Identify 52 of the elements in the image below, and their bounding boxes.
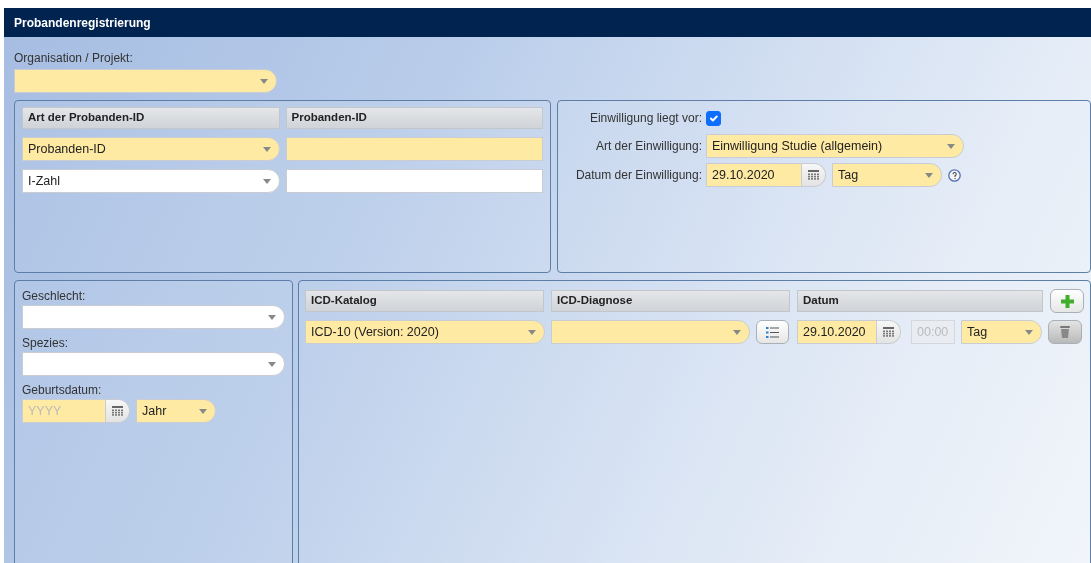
page-title: Probandenregistrierung: [4, 8, 1091, 37]
plus-icon: [1060, 294, 1074, 308]
consent-checkbox[interactable]: [706, 110, 721, 126]
dropdown[interactable]: I-Zahl: [22, 169, 280, 193]
column-header: ICD-Katalog: [305, 290, 544, 312]
date-field[interactable]: 29.10.2020: [797, 320, 877, 344]
field-label: Organisation / Projekt:: [14, 50, 134, 67]
input-field[interactable]: [286, 169, 543, 193]
column-header: ICD-Diagnose: [551, 290, 790, 312]
date-field[interactable]: YYYY: [22, 399, 106, 423]
calendar-button[interactable]: [877, 320, 901, 344]
column-header: Datum: [797, 290, 1043, 312]
dropdown[interactable]: [22, 305, 285, 329]
input-field[interactable]: [286, 137, 543, 161]
dropdown[interactable]: ICD-10 (Version: 2020): [305, 320, 545, 344]
column-header: Art der Probanden-ID: [22, 107, 280, 129]
field-label: Datum der Einwilligung:: [574, 167, 703, 184]
column-header: Probanden-ID: [285, 107, 543, 129]
field-label: Geburtsdatum:: [22, 382, 103, 399]
field-label: Spezies:: [22, 335, 70, 352]
caret-icon: [1025, 329, 1033, 335]
caret-icon: [263, 146, 271, 152]
caret-icon: [199, 408, 207, 414]
caret-icon: [925, 172, 933, 178]
field-label: Geschlecht:: [22, 288, 87, 305]
field-label: Einwilligung liegt vor:: [588, 110, 703, 127]
calendar-icon: [112, 406, 123, 416]
dropdown[interactable]: [22, 352, 285, 376]
dropdown[interactable]: Probanden-ID: [22, 137, 280, 161]
caret-icon: [260, 78, 268, 84]
field-label: Art der Einwilligung:: [594, 138, 703, 155]
dropdown[interactable]: Jahr: [136, 399, 216, 423]
help-icon[interactable]: [948, 168, 961, 182]
caret-icon: [268, 314, 276, 320]
trash-icon: [1060, 326, 1070, 338]
date-field[interactable]: 29.10.2020: [706, 163, 802, 187]
calendar-button[interactable]: [802, 163, 826, 187]
calendar-icon: [808, 170, 819, 180]
caret-icon: [528, 329, 536, 335]
list-icon: [766, 326, 779, 338]
caret-icon: [263, 178, 271, 184]
list-button[interactable]: [756, 320, 789, 344]
caret-icon: [947, 143, 955, 149]
dropdown[interactable]: Tag: [961, 320, 1042, 344]
dropdown[interactable]: Tag: [832, 163, 942, 187]
delete-button[interactable]: [1048, 320, 1082, 344]
caret-icon: [268, 361, 276, 367]
dropdown[interactable]: Einwilligung Studie (allgemein): [706, 134, 964, 158]
calendar-icon: [883, 327, 894, 337]
caret-icon: [733, 329, 741, 335]
add-button[interactable]: [1050, 289, 1084, 313]
calendar-button[interactable]: [106, 399, 130, 423]
